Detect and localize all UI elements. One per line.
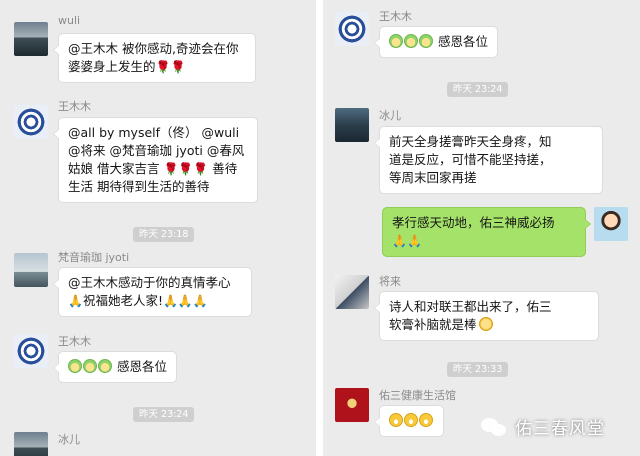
sender-name: wuli xyxy=(58,14,81,27)
message-bubble[interactable]: @王木木 被你感动,奇迹会在你 婆婆身上发生的🌹🌹 xyxy=(53,33,256,83)
bless-emoji-icon xyxy=(404,34,418,48)
avatar-wangmumu[interactable] xyxy=(14,334,48,368)
timestamp-divider: 昨天 23:24 xyxy=(447,82,509,97)
self-message-bubble[interactable]: 孝行感天动地，佑三神威必扬 🙏🙏 xyxy=(382,207,591,257)
sender-name: 王木木 xyxy=(58,335,91,348)
bless-emoji-icon xyxy=(419,34,433,48)
bless-emoji-icon xyxy=(68,359,82,373)
wechat-logo-icon xyxy=(481,416,509,438)
message-bubble[interactable]: 感恩各位 xyxy=(374,26,498,58)
timestamp-divider: 昨天 23:18 xyxy=(133,227,195,242)
laugh-emoji-icon xyxy=(389,413,403,427)
avatar-yousan[interactable] xyxy=(335,388,369,422)
message-bubble[interactable] xyxy=(374,405,444,437)
watermark-text: 佑三春风堂 xyxy=(515,419,605,439)
avatar-fanyin[interactable] xyxy=(14,253,48,287)
message-bubble[interactable]: 诗人和对联王都出来了，佑三 软膏补脑就是棒 xyxy=(374,291,599,341)
sender-name: 冰儿 xyxy=(58,433,80,446)
avatar-self[interactable] xyxy=(594,207,628,241)
avatar-binger[interactable] xyxy=(14,432,48,456)
sender-name: 梵音瑜珈 jyoti xyxy=(58,251,130,264)
bless-emoji-icon xyxy=(83,359,97,373)
avatar-binger[interactable] xyxy=(335,108,369,142)
pray-icon: 🙏 xyxy=(68,294,83,308)
avatar-jianglai[interactable] xyxy=(335,275,369,309)
pray-icon: 🙏🙏🙏 xyxy=(162,294,208,308)
sender-name: 佑三健康生活馆 xyxy=(379,389,456,402)
message-bubble[interactable]: 感恩各位 xyxy=(53,351,177,383)
pray-icon: 🙏🙏 xyxy=(392,234,422,248)
bless-emoji-icon xyxy=(98,359,112,373)
message-bubble[interactable]: @王木木感动于你的真情孝心 🙏祝福她老人家!🙏🙏🙏 xyxy=(53,267,252,317)
avatar-wangmumu[interactable] xyxy=(14,105,48,139)
sender-name: 王木木 xyxy=(58,100,91,113)
message-bubble[interactable]: @all by myself（佟） @wuli @将来 @梵音瑜珈 jyoti … xyxy=(53,117,258,203)
avatar-wangmumu[interactable] xyxy=(335,12,369,46)
left-chat-panel: wuli @王木木 被你感动,奇迹会在你 婆婆身上发生的🌹🌹 王木木 @all … xyxy=(0,0,316,456)
laugh-emoji-icon xyxy=(419,413,433,427)
sender-name: 冰儿 xyxy=(379,109,401,122)
sender-name: 将来 xyxy=(379,275,401,288)
rose-icon: 🌹🌹🌹 xyxy=(163,162,209,176)
timestamp-divider: 昨天 23:33 xyxy=(447,362,509,377)
message-bubble[interactable]: 前天全身搓膏昨天全身疼，知 道是反应，可惜不能坚持搓， 等周末回家再搓 xyxy=(374,126,603,194)
laugh-emoji-icon xyxy=(404,413,418,427)
avatar-wuli[interactable] xyxy=(14,22,48,56)
timestamp-divider: 昨天 23:24 xyxy=(133,407,195,422)
right-chat-panel: 王木木 感恩各位 昨天 23:24 冰儿 前天全身搓膏昨天全身疼，知 道是反应，… xyxy=(323,0,640,456)
rose-icon: 🌹🌹 xyxy=(155,60,186,74)
bless-emoji-icon xyxy=(389,34,403,48)
sender-name: 王木木 xyxy=(379,10,412,23)
watermark: 佑三春风堂 xyxy=(481,414,605,439)
grin-emoji-icon xyxy=(478,317,493,331)
